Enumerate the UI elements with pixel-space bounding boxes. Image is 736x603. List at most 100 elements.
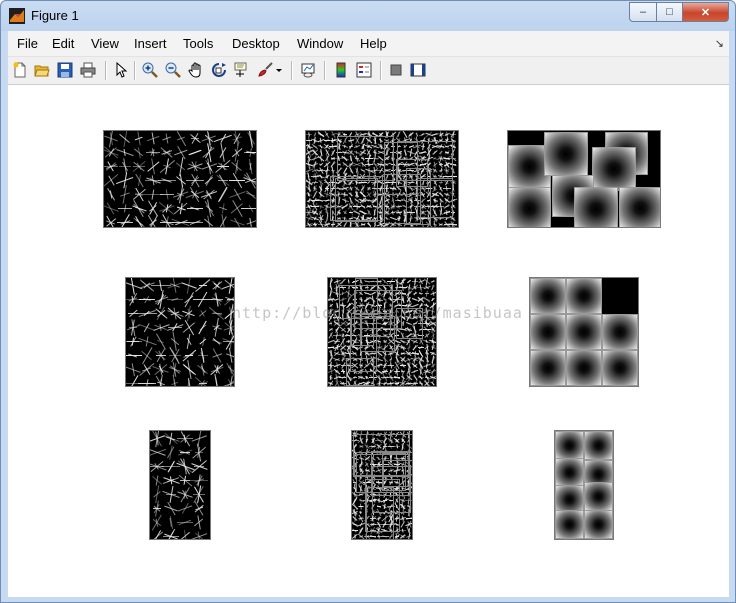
- menu-insert[interactable]: Insert: [134, 36, 167, 51]
- zoom-in-icon[interactable]: [141, 61, 159, 79]
- brush-dropdown-icon[interactable]: [274, 61, 284, 79]
- menu-desktop[interactable]: Desktop: [232, 36, 280, 51]
- hog-stroke: [308, 192, 310, 197]
- hog-stroke: [135, 194, 143, 195]
- hog-stroke: [357, 506, 365, 507]
- save-icon[interactable]: [56, 61, 74, 79]
- hog-stroke: [129, 327, 137, 328]
- hog-block-image-square: [327, 277, 437, 387]
- brush-icon[interactable]: [256, 61, 274, 79]
- close-button[interactable]: ✕: [683, 2, 729, 22]
- hog-stroke: [210, 299, 224, 300]
- hog-stroke: [406, 518, 412, 519]
- hog-stroke: [197, 515, 201, 530]
- watermark-text: http://blog.csdn.net/masibuaa: [232, 304, 523, 322]
- gaussian-patch: [574, 187, 618, 227]
- print-icon[interactable]: [79, 61, 97, 79]
- hog-block-image-wide: [305, 130, 459, 228]
- gaussian-patch: [555, 431, 584, 460]
- gaussian-patch: [566, 350, 602, 386]
- menu-help[interactable]: Help: [360, 36, 387, 51]
- link-plot-icon[interactable]: [299, 61, 317, 79]
- menu-view[interactable]: View: [91, 36, 119, 51]
- gaussian-patch: [530, 350, 566, 386]
- hog-stroke: [306, 140, 312, 141]
- show-plot-tools-icon[interactable]: [409, 61, 427, 79]
- hog-image-wide: [103, 130, 257, 228]
- toolbar-separator: [105, 61, 107, 80]
- hog-block-frame: [365, 486, 394, 539]
- hog-stroke: [329, 146, 337, 147]
- title-bar[interactable]: Figure 1 – □ ✕: [1, 1, 735, 31]
- hog-stroke: [228, 180, 246, 181]
- hog-stroke: [167, 446, 175, 459]
- figure-canvas[interactable]: http://blog.csdn.net/masibuaa: [8, 85, 729, 597]
- menu-edit[interactable]: Edit: [52, 36, 74, 51]
- new-figure-icon[interactable]: [11, 61, 29, 79]
- dock-arrow-icon[interactable]: ↘: [715, 37, 724, 50]
- hog-stroke: [394, 377, 400, 378]
- hog-image-tall: [149, 430, 211, 540]
- gaussian-patch: [508, 187, 551, 227]
- hog-stroke: [352, 530, 358, 531]
- hog-stroke: [367, 222, 371, 227]
- hog-stroke: [104, 173, 119, 188]
- hog-stroke: [342, 368, 344, 375]
- hide-plot-tools-icon[interactable]: [387, 61, 405, 79]
- toolbar-separator: [134, 61, 136, 80]
- hog-stroke: [187, 208, 203, 209]
- open-file-icon[interactable]: [33, 61, 51, 79]
- hog-stroke: [306, 134, 313, 135]
- select-arrow-icon[interactable]: [112, 61, 130, 79]
- zoom-out-icon[interactable]: [164, 61, 182, 79]
- hog-stroke: [353, 523, 357, 526]
- hog-stroke: [190, 138, 200, 139]
- hog-stroke: [412, 383, 418, 384]
- hog-block-frame: [382, 453, 407, 492]
- gaussian-patch: [584, 510, 613, 539]
- gaussian-patch: [602, 350, 638, 386]
- gaussian-patch: [555, 510, 584, 539]
- maximize-button[interactable]: □: [657, 2, 683, 22]
- hog-stroke: [340, 383, 346, 384]
- legend-icon[interactable]: [355, 61, 373, 79]
- gaussian-patch: [602, 314, 638, 350]
- figure-toolbar: [8, 57, 729, 85]
- hog-stroke: [141, 347, 153, 364]
- hog-stroke: [104, 166, 119, 167]
- window-title: Figure 1: [31, 8, 79, 23]
- minimize-button[interactable]: –: [629, 2, 657, 22]
- hog-stroke: [193, 299, 213, 300]
- menu-window[interactable]: Window: [297, 36, 343, 51]
- hog-stroke: [201, 336, 205, 347]
- hog-stroke: [359, 134, 367, 135]
- hog-block-frame: [335, 177, 379, 222]
- hog-stroke: [319, 155, 323, 162]
- hog-stroke: [168, 355, 182, 356]
- hog-stroke: [195, 279, 211, 292]
- hog-stroke: [215, 377, 219, 386]
- figure-window: Figure 1 – □ ✕ File Edit View Insert Too…: [0, 0, 736, 603]
- hog-stroke: [194, 452, 204, 453]
- hog-stroke: [407, 279, 411, 284]
- rotate-3d-icon[interactable]: [210, 61, 228, 79]
- gaussian-patches-square: [529, 277, 639, 387]
- hog-stroke: [118, 208, 132, 209]
- hog-stroke: [192, 494, 206, 495]
- hog-stroke: [348, 279, 350, 284]
- menu-file[interactable]: File: [17, 36, 38, 51]
- menu-tools[interactable]: Tools: [183, 36, 213, 51]
- hog-stroke: [186, 180, 204, 181]
- hog-stroke: [183, 322, 195, 333]
- hog-stroke: [324, 199, 330, 202]
- data-cursor-icon[interactable]: [233, 61, 251, 79]
- pan-hand-icon[interactable]: [187, 61, 205, 79]
- hog-stroke: [160, 194, 174, 195]
- gaussian-patch: [544, 132, 588, 176]
- colorbar-icon[interactable]: [332, 61, 350, 79]
- gaussian-patch: [584, 482, 613, 511]
- gaussian-patches-tall: [554, 430, 614, 540]
- hog-stroke: [126, 355, 143, 356]
- hog-stroke: [411, 369, 419, 374]
- hog-stroke: [127, 375, 139, 386]
